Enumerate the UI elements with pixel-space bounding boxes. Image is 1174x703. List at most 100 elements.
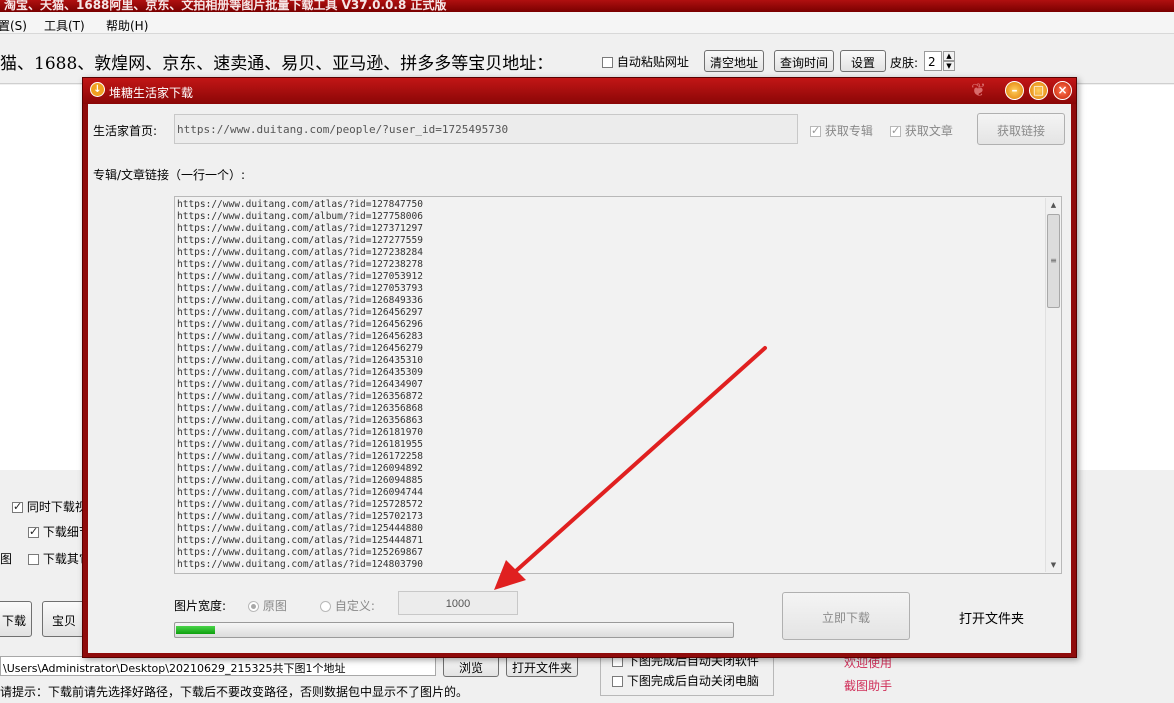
link-line[interactable]: https://www.duitang.com/atlas/?id=127847… <box>177 199 1037 211</box>
option-download-video[interactable]: 同时下载视 <box>12 498 87 515</box>
get-articles-option[interactable]: 获取文章 <box>890 122 953 139</box>
menubar: 置(S) 工具(T) 帮助(H) <box>0 12 1174 34</box>
link-line[interactable]: https://www.duitang.com/atlas/?id=126094… <box>177 463 1037 475</box>
minimize-icon[interactable]: – <box>1005 81 1024 100</box>
option-close-computer[interactable]: 下图完成后自动关闭电脑 <box>612 672 759 689</box>
link-line[interactable]: https://www.duitang.com/atlas/?id=126356… <box>177 403 1037 415</box>
close-icon[interactable]: × <box>1053 81 1072 100</box>
menu-tools[interactable]: 工具(T) <box>44 17 85 34</box>
skin-label: 皮肤: <box>890 56 919 70</box>
dialog-title: 堆糖生活家下载 <box>109 86 194 100</box>
link-line[interactable]: https://www.duitang.com/atlas/?id=125444… <box>177 535 1037 547</box>
link-line[interactable]: https://www.duitang.com/atlas/?id=127238… <box>177 247 1037 259</box>
link-line[interactable]: https://www.duitang.com/atlas/?id=127238… <box>177 259 1037 271</box>
menu-settings[interactable]: 置(S) <box>0 17 27 34</box>
link-line[interactable]: https://www.duitang.com/album/?id=127758… <box>177 211 1037 223</box>
clear-address-button[interactable]: 清空地址 <box>704 50 764 72</box>
settings-button[interactable]: 设置 <box>840 50 886 72</box>
link-line[interactable]: https://www.duitang.com/atlas/?id=126435… <box>177 355 1037 367</box>
download-progress-bar <box>174 622 734 638</box>
get-articles-label: 获取文章 <box>904 124 953 138</box>
link-line[interactable]: https://www.duitang.com/atlas/?id=125269… <box>177 547 1037 559</box>
original-label: 原图 <box>262 599 287 613</box>
image-width-label: 图片宽度: <box>174 599 227 613</box>
hint-text: 请提示：下载前请先选择好路径，下载后不要改变路径，否则数据包中显示不了图片的。 <box>0 685 469 699</box>
download-video-label: 同时下载视 <box>26 500 87 514</box>
auto-paste-checkbox[interactable] <box>602 57 613 68</box>
link-line[interactable]: https://www.duitang.com/atlas/?id=126181… <box>177 439 1037 451</box>
get-albums-label: 获取专辑 <box>824 124 873 138</box>
custom-radio[interactable] <box>320 601 331 612</box>
links-scrollbar[interactable]: ▲ ≡ ▼ <box>1045 198 1060 572</box>
spin-down-icon[interactable]: ▼ <box>943 61 955 71</box>
progress-fill <box>176 626 215 634</box>
links-list[interactable]: https://www.duitang.com/atlas/?id=127847… <box>177 199 1037 571</box>
get-albums-checkbox[interactable] <box>810 124 821 137</box>
scroll-thumb[interactable]: ≡ <box>1047 214 1060 308</box>
skin-spinner[interactable]: 2 ▲ ▼ <box>924 51 956 71</box>
link-line[interactable]: https://www.duitang.com/atlas/?id=126456… <box>177 319 1037 331</box>
maximize-icon[interactable]: □ <box>1029 81 1048 100</box>
link-line[interactable]: https://www.duitang.com/atlas/?id=125702… <box>177 511 1037 523</box>
query-time-button[interactable]: 查询时间 <box>774 50 834 72</box>
close-computer-label: 下图完成后自动关闭电脑 <box>626 674 759 688</box>
skin-value[interactable]: 2 <box>924 51 942 71</box>
scroll-up-icon[interactable]: ▲ <box>1046 198 1061 212</box>
dialog-open-folder-button[interactable]: 打开文件夹 <box>959 608 1024 627</box>
link-line[interactable]: https://www.duitang.com/atlas/?id=126172… <box>177 451 1037 463</box>
home-page-label: 生活家首页: <box>93 124 158 138</box>
link-line[interactable]: https://www.duitang.com/atlas/?id=126094… <box>177 475 1037 487</box>
get-albums-option[interactable]: 获取专辑 <box>810 122 873 139</box>
download-other-checkbox[interactable] <box>28 554 39 565</box>
link-line[interactable]: https://www.duitang.com/atlas/?id=124803… <box>177 559 1037 571</box>
close-computer-checkbox[interactable] <box>612 676 623 687</box>
link-line[interactable]: https://www.duitang.com/atlas/?id=126456… <box>177 343 1037 355</box>
download-video-checkbox[interactable] <box>12 500 23 513</box>
auto-paste-option[interactable]: 自动粘贴网址 <box>602 53 689 70</box>
scroll-down-icon[interactable]: ▼ <box>1046 558 1061 572</box>
baby-button[interactable]: 宝贝 <box>42 601 86 637</box>
original-radio[interactable] <box>248 601 259 612</box>
download-now-button[interactable]: 立即下载 <box>782 592 910 640</box>
link-line[interactable]: https://www.duitang.com/atlas/?id=126356… <box>177 391 1037 403</box>
auto-paste-label: 自动粘贴网址 <box>616 55 689 69</box>
option-prefix-label: 图 <box>0 552 13 566</box>
link-line[interactable]: https://www.duitang.com/atlas/?id=127371… <box>177 223 1037 235</box>
dialog-body: 生活家首页: https://www.duitang.com/people/?u… <box>88 104 1071 653</box>
links-textarea[interactable]: https://www.duitang.com/atlas/?id=127847… <box>174 196 1062 574</box>
download-button[interactable]: 下载 <box>0 601 32 637</box>
original-option[interactable]: 原图 <box>248 597 287 614</box>
dialog-titlebar[interactable]: ↓ 堆糖生活家下载 ❦ – □ × <box>83 78 1076 104</box>
link-line[interactable]: https://www.duitang.com/atlas/?id=126434… <box>177 379 1037 391</box>
link-line[interactable]: https://www.duitang.com/atlas/?id=127277… <box>177 235 1037 247</box>
link-line[interactable]: https://www.duitang.com/atlas/?id=126849… <box>177 295 1037 307</box>
link-line[interactable]: https://www.duitang.com/atlas/?id=126094… <box>177 487 1037 499</box>
download-app-icon: ↓ <box>90 82 105 97</box>
menu-help[interactable]: 帮助(H) <box>106 17 148 34</box>
browse-button[interactable]: 浏览 <box>443 655 499 677</box>
links-label: 专辑/文章链接（一行一个）: <box>93 168 246 182</box>
main-window-titlebar: 淘宝、天猫、1688阿里、京东、文拍相册等图片批量下载工具 V37.0.0.8 … <box>0 0 1174 12</box>
link-line[interactable]: https://www.duitang.com/atlas/?id=126456… <box>177 331 1037 343</box>
save-path-input[interactable]: \Users\Administrator\Desktop\20210629_21… <box>0 656 436 676</box>
main-window-title: 淘宝、天猫、1688阿里、京东、文拍相册等图片批量下载工具 V37.0.0.8 … <box>4 0 447 12</box>
link-line[interactable]: https://www.duitang.com/atlas/?id=126356… <box>177 415 1037 427</box>
link-line[interactable]: https://www.duitang.com/atlas/?id=125444… <box>177 523 1037 535</box>
link-line[interactable]: https://www.duitang.com/atlas/?id=126456… <box>177 307 1037 319</box>
main-open-folder-button[interactable]: 打开文件夹 <box>506 655 578 677</box>
custom-option[interactable]: 自定义: <box>320 597 375 614</box>
custom-width-input[interactable]: 1000 <box>398 591 518 615</box>
link-line[interactable]: https://www.duitang.com/atlas/?id=127053… <box>177 271 1037 283</box>
duitang-download-dialog: ↓ 堆糖生活家下载 ❦ – □ × 生活家首页: https://www.dui… <box>82 77 1077 658</box>
link-line[interactable]: https://www.duitang.com/atlas/?id=126435… <box>177 367 1037 379</box>
link-line[interactable]: https://www.duitang.com/atlas/?id=126181… <box>177 427 1037 439</box>
link-line[interactable]: https://www.duitang.com/atlas/?id=127053… <box>177 283 1037 295</box>
home-page-input[interactable]: https://www.duitang.com/people/?user_id=… <box>174 114 798 144</box>
get-links-button[interactable]: 获取链接 <box>977 113 1065 145</box>
url-prompt-label: 猫、1688、敦煌网、京东、速卖通、易贝、亚马逊、拼多多等宝贝地址： <box>0 54 554 74</box>
screenshot-helper-link[interactable]: 截图助手 <box>844 677 892 694</box>
get-articles-checkbox[interactable] <box>890 124 901 137</box>
link-line[interactable]: https://www.duitang.com/atlas/?id=125728… <box>177 499 1037 511</box>
download-detail-checkbox[interactable] <box>28 525 39 538</box>
spin-up-icon[interactable]: ▲ <box>943 51 955 61</box>
